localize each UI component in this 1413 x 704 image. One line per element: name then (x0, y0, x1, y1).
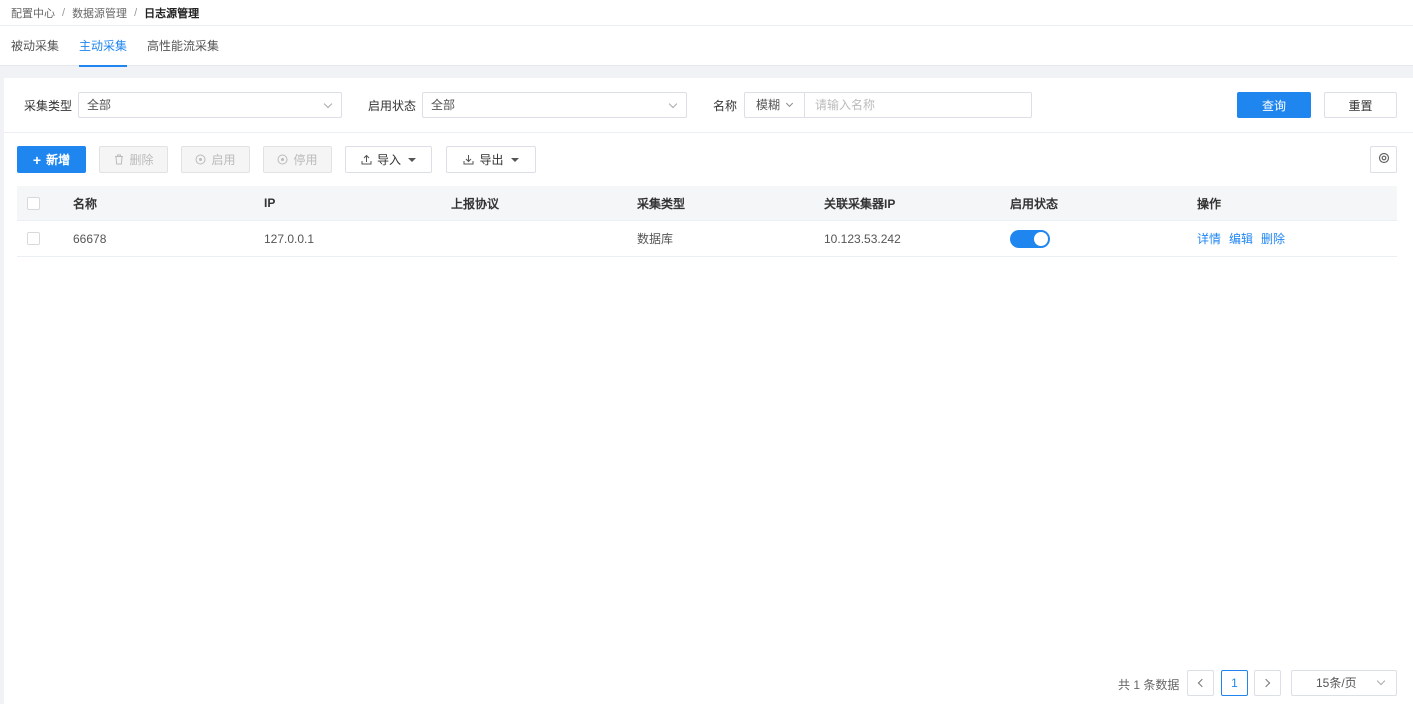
delete-link[interactable]: 删除 (1261, 230, 1285, 247)
column-header-protocol: 上报协议 (451, 196, 500, 211)
column-settings-button[interactable] (1370, 146, 1397, 173)
tab-passive-collection[interactable]: 被动采集 (11, 26, 59, 66)
caret-down-icon (510, 157, 519, 162)
breadcrumb-current: 日志源管理 (144, 7, 200, 20)
row-select-cell (27, 221, 40, 256)
select-all-cell (27, 186, 40, 220)
page-number-button[interactable]: 1 (1221, 670, 1248, 696)
table-header: 名称 IP 上报协议 采集类型 关联采集器IP 启用状态 操作 (17, 186, 1397, 221)
pagination: 共 1 条数据 1 15条/页 (4, 670, 1413, 696)
edit-link[interactable]: 编辑 (1229, 230, 1253, 247)
detail-link[interactable]: 详情 (1197, 230, 1221, 247)
reset-button[interactable]: 重置 (1324, 92, 1397, 118)
delete-button[interactable]: 删除 (99, 146, 168, 173)
select-all-checkbox[interactable] (27, 196, 40, 210)
disable-button[interactable]: 停用 (263, 146, 332, 173)
row-checkbox[interactable] (27, 232, 40, 245)
column-header-collect-type: 采集类型 (637, 196, 686, 211)
settings-icon (1378, 152, 1390, 167)
chevron-down-icon (1376, 676, 1386, 686)
collect-type-value: 全部 (87, 98, 112, 112)
download-icon (463, 154, 474, 165)
add-button[interactable]: + 新增 (17, 146, 86, 173)
enable-button-label: 启用 (211, 153, 236, 167)
column-header-enable-status: 启用状态 (1010, 196, 1059, 211)
next-page-button[interactable] (1254, 670, 1281, 696)
name-search-input[interactable] (804, 92, 1032, 118)
upload-icon (361, 154, 372, 165)
collection-tabs: 被动采集 主动采集 高性能流采集 (0, 26, 1413, 67)
page-size-select[interactable]: 15条/页 (1291, 670, 1397, 696)
collect-type-select[interactable]: 全部 (78, 92, 342, 118)
enable-status-label: 启用状态 (368, 99, 417, 113)
breadcrumb-separator: / (134, 6, 138, 19)
data-source-table: 名称 IP 上报协议 采集类型 关联采集器IP 启用状态 操作 66678 12… (17, 186, 1397, 257)
table-row: 66678 127.0.0.1 数据库 10.123.53.242 详情 编辑 … (17, 221, 1397, 257)
import-button-label: 导入 (376, 153, 401, 167)
delete-button-label: 删除 (129, 153, 154, 167)
column-header-actions: 操作 (1197, 196, 1222, 211)
column-header-name: 名称 (73, 196, 98, 211)
match-mode-value: 模糊 (756, 98, 781, 112)
enable-button[interactable]: 启用 (181, 146, 250, 173)
column-header-collector-ip: 关联采集器IP (824, 196, 896, 211)
breadcrumb-datasource-management[interactable]: 数据源管理 (72, 5, 127, 21)
disable-button-label: 停用 (293, 153, 318, 167)
breadcrumb-separator: / (62, 6, 66, 19)
cell-enable-status (1010, 221, 1050, 256)
chevron-down-icon (668, 99, 678, 109)
add-button-label: 新增 (46, 153, 71, 167)
name-label: 名称 (713, 99, 738, 113)
chevron-down-icon (785, 99, 794, 108)
main-panel: 采集类型 全部 启用状态 全部 名称 模糊 查询 重置 + 新增 删除 (4, 78, 1413, 704)
collect-type-label: 采集类型 (24, 99, 73, 113)
page-size-value: 15条/页 (1316, 676, 1357, 690)
match-mode-select[interactable]: 模糊 (744, 92, 805, 118)
cell-actions: 详情 编辑 删除 (1197, 221, 1293, 256)
cell-collector-ip: 10.123.53.242 (824, 231, 901, 246)
enable-status-value: 全部 (431, 98, 456, 112)
breadcrumb-config-center[interactable]: 配置中心 (11, 5, 55, 21)
cell-name: 66678 (73, 231, 107, 246)
enable-status-select[interactable]: 全部 (422, 92, 687, 118)
enable-status-toggle[interactable] (1010, 229, 1050, 248)
chevron-right-icon (1261, 678, 1271, 688)
export-button[interactable]: 导出 (446, 146, 536, 173)
column-header-ip: IP (264, 196, 276, 210)
export-button-label: 导出 (479, 153, 504, 167)
plus-icon: + (32, 151, 42, 168)
chevron-left-icon (1197, 678, 1207, 688)
toggle-knob (1034, 231, 1048, 246)
breadcrumb: 配置中心 / 数据源管理 / 日志源管理 (0, 0, 1413, 26)
play-circle-icon (195, 154, 206, 165)
tab-active-collection[interactable]: 主动采集 (79, 26, 128, 67)
stop-circle-icon (277, 154, 288, 165)
prev-page-button[interactable] (1187, 670, 1214, 696)
tab-high-performance-stream[interactable]: 高性能流采集 (147, 26, 219, 66)
cell-collect-type: 数据库 (637, 232, 674, 246)
query-button[interactable]: 查询 (1237, 92, 1311, 118)
filter-bar: 采集类型 全部 启用状态 全部 名称 模糊 查询 重置 (4, 78, 1413, 133)
trash-icon (113, 154, 124, 165)
import-button[interactable]: 导入 (345, 146, 432, 173)
cell-ip: 127.0.0.1 (264, 231, 315, 246)
chevron-down-icon (323, 99, 333, 109)
total-count: 共 1 条数据 (1118, 678, 1180, 692)
caret-down-icon (408, 157, 416, 162)
